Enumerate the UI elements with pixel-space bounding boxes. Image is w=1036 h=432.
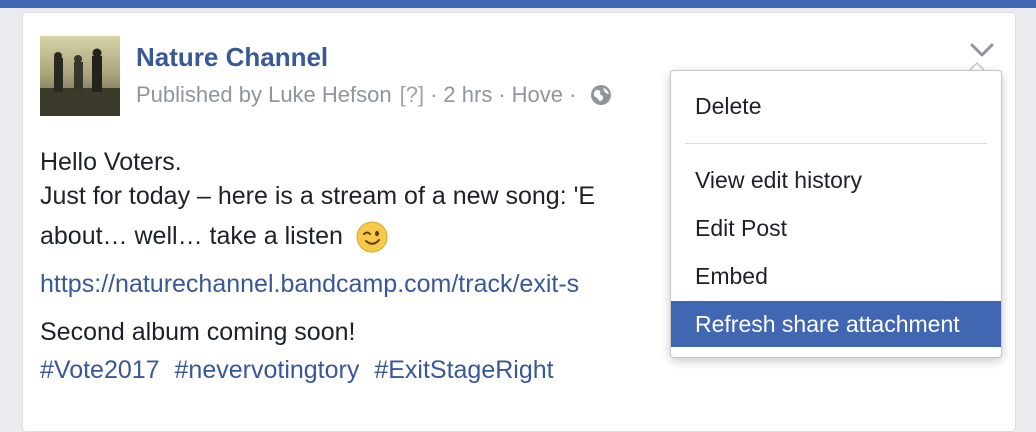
- menu-item-refresh-share-attachment[interactable]: Refresh share attachment: [671, 301, 1001, 347]
- post-text-line: Hello Voters.: [40, 148, 182, 176]
- post-text-line: about… well… take a listen: [40, 220, 388, 253]
- hashtag-link[interactable]: #Vote2017: [40, 356, 160, 384]
- post-text: about… well… take a listen: [40, 222, 343, 250]
- menu-item-view-edit-history[interactable]: View edit history: [671, 157, 1001, 203]
- wink-emoji-icon: [356, 221, 388, 253]
- menu-item-edit-post[interactable]: Edit Post: [671, 205, 1001, 251]
- menu-item-delete[interactable]: Delete: [671, 83, 1001, 129]
- post-text-line: Second album coming soon!: [40, 318, 356, 346]
- post-text-line: Just for today – here is a stream of a n…: [40, 182, 596, 210]
- post-time-link[interactable]: 2 hrs: [443, 82, 492, 108]
- location-link[interactable]: Hove: [512, 82, 563, 108]
- post-meta: Published by Luke Hefson [?] · 2 hrs · H…: [136, 82, 612, 108]
- top-bar: [0, 0, 1036, 8]
- chevron-down-icon[interactable]: [968, 40, 996, 60]
- meta-separator: ·: [569, 82, 577, 107]
- hashtag-link[interactable]: #ExitStageRight: [374, 356, 553, 384]
- page-name-link[interactable]: Nature Channel: [136, 42, 328, 73]
- track-link[interactable]: https://naturechannel.bandcamp.com/track…: [40, 268, 579, 300]
- globe-icon[interactable]: [590, 84, 612, 106]
- menu-item-embed[interactable]: Embed: [671, 253, 1001, 299]
- meta-separator: ·: [430, 82, 438, 107]
- avatar-photo: [40, 36, 120, 116]
- avatar[interactable]: [40, 36, 120, 116]
- hashtag-line: #Vote2017 #nevervotingtory #ExitStageRig…: [40, 354, 562, 386]
- post-options-menu: Delete View edit history Edit Post Embed…: [670, 70, 1002, 358]
- meta-separator: ·: [498, 82, 506, 107]
- hashtag-link[interactable]: #nevervotingtory: [175, 356, 360, 384]
- help-marker[interactable]: [?]: [400, 82, 424, 108]
- menu-divider: [685, 143, 987, 144]
- published-by-link[interactable]: Published by Luke Hefson: [136, 82, 392, 108]
